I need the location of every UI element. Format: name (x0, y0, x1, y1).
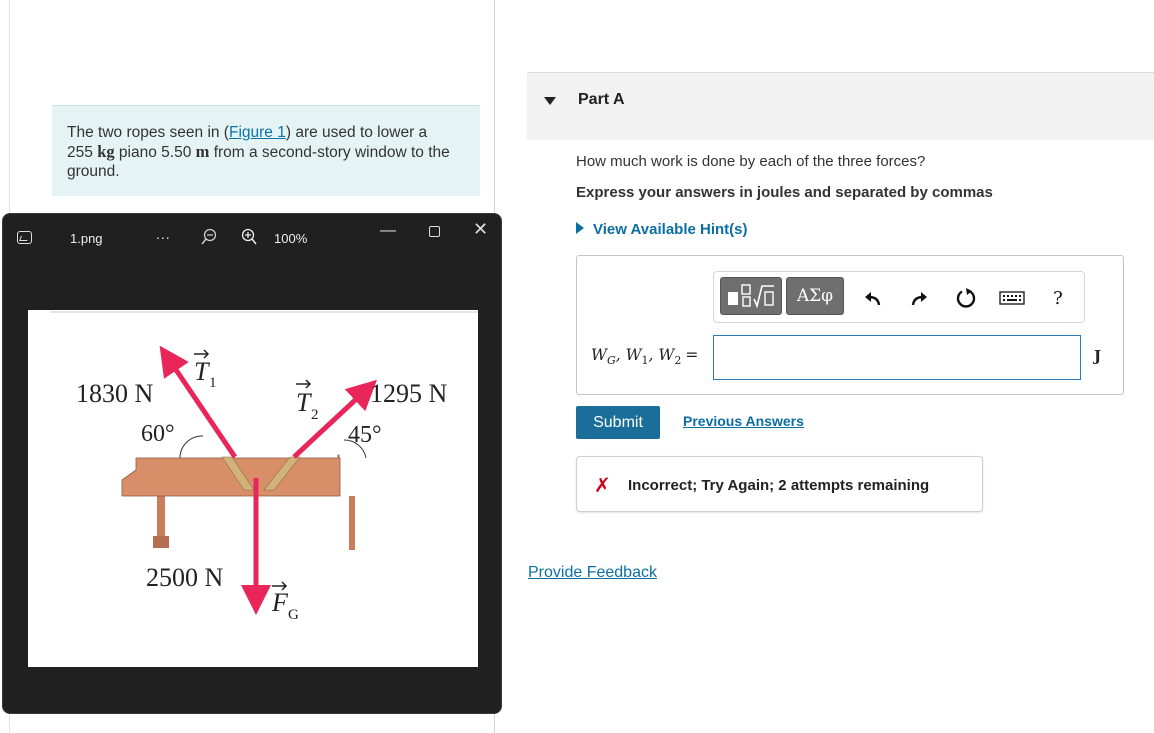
expand-triangle-icon (576, 222, 584, 234)
greek-letters-button[interactable]: ΑΣφ (786, 277, 844, 315)
collapse-caret-icon[interactable] (544, 97, 556, 105)
t2-magnitude-label: 1295 N (370, 379, 448, 408)
t1-subscript: 1 (209, 375, 217, 391)
figure-image: 1830 N 60° T 1 T 2 1295 N 45° 2500 N F G (28, 310, 478, 667)
close-icon[interactable]: ✕ (473, 219, 488, 240)
t1-vector-label: T (194, 357, 210, 386)
problem-text-a: ) are used to lower a (285, 124, 428, 141)
view-hints-link[interactable]: View Available Hint(s) (576, 221, 748, 238)
label-w2: W (658, 346, 675, 364)
t1-magnitude-label: 1830 N (76, 379, 154, 408)
part-a-header[interactable]: Part A (527, 72, 1154, 140)
previous-answers-link[interactable]: Previous Answers (683, 413, 804, 429)
redo-icon (911, 292, 927, 306)
templates-button[interactable] (720, 277, 782, 315)
answer-input[interactable] (713, 335, 1081, 380)
piano-leg-right (349, 496, 355, 550)
reset-button[interactable] (954, 286, 978, 310)
feedback-box: ✗ Incorrect; Try Again; 2 attempts remai… (576, 456, 983, 512)
math-toolbar: ΑΣφ ? (713, 271, 1085, 323)
zoom-level[interactable]: 100% (274, 231, 307, 246)
t2-angle-label: 45° (348, 422, 382, 448)
label-wg: W (591, 346, 607, 364)
hints-label: View Available Hint(s) (593, 221, 748, 238)
zoom-in-icon[interactable] (241, 228, 257, 246)
feedback-text: Incorrect; Try Again; 2 attempts remaini… (628, 477, 930, 494)
distance-unit: m (195, 142, 210, 161)
submit-button[interactable]: Submit (576, 406, 660, 439)
label-w2-sub: 2 (674, 354, 682, 368)
minimize-icon[interactable]: — (380, 222, 396, 240)
fg-vector-label: F (271, 588, 289, 617)
piano-force-diagram: 1830 N 60° T 1 T 2 1295 N 45° 2500 N F G (50, 311, 478, 623)
label-wg-sub: G (606, 354, 616, 368)
more-options-icon[interactable]: ... (156, 226, 171, 242)
t1-angle-label: 60° (141, 421, 175, 447)
undo-button[interactable] (861, 286, 885, 310)
mass-unit: kg (97, 142, 115, 161)
keyboard-icon (999, 291, 1025, 305)
help-button[interactable]: ? (1046, 286, 1070, 310)
reset-icon (956, 288, 976, 308)
instruction-text: Express your answers in joules and separ… (576, 184, 993, 201)
label-w1: W (625, 346, 642, 364)
templates-icon (728, 284, 774, 309)
piano-pedal (153, 536, 169, 548)
zoom-out-icon[interactable] (201, 228, 217, 246)
problem-statement: The two ropes seen in (Figure 1) are use… (52, 105, 480, 196)
problem-text-start: The two ropes seen in ( (67, 124, 229, 141)
equals-sign: = (685, 346, 699, 364)
provide-feedback-link[interactable]: Provide Feedback (528, 564, 657, 582)
unit-label: J (1094, 347, 1102, 365)
t2-vector-arrow (296, 379, 312, 389)
photos-app-icon (17, 231, 32, 244)
answer-box: ΑΣφ ? WG, W1, W2 = J (576, 255, 1124, 395)
help-icon: ? (1053, 287, 1063, 309)
viewer-titlebar[interactable]: 1.png ... 100% — ✕ (3, 214, 501, 264)
keyboard-button[interactable] (997, 286, 1027, 310)
part-title: Part A (578, 91, 625, 108)
mass-value: 255 (67, 144, 93, 161)
fg-subscript: G (288, 607, 299, 623)
answer-label: WG, W1, W2 = (591, 346, 699, 368)
t2-subscript: 2 (311, 407, 319, 423)
file-name: 1.png (70, 231, 103, 246)
image-viewer-window: 1.png ... 100% — ✕ 1830 N 60° T 1 T 2 12… (2, 213, 502, 714)
fg-magnitude-label: 2500 N (146, 563, 224, 592)
figure-link[interactable]: Figure 1 (229, 124, 286, 141)
undo-icon (865, 292, 881, 306)
page: The two ropes seen in (Figure 1) are use… (0, 0, 1154, 733)
label-w1-sub: 1 (641, 354, 649, 368)
t1-angle-arc (179, 435, 204, 459)
redo-button[interactable] (907, 286, 931, 310)
incorrect-icon: ✗ (594, 473, 611, 497)
greek-letters-icon: ΑΣφ (796, 286, 834, 306)
maximize-icon[interactable] (429, 226, 440, 237)
problem-text-mid: piano 5.50 (114, 144, 196, 161)
t2-vector-label: T (296, 388, 312, 417)
question-text: How much work is done by each of the thr… (576, 153, 926, 170)
